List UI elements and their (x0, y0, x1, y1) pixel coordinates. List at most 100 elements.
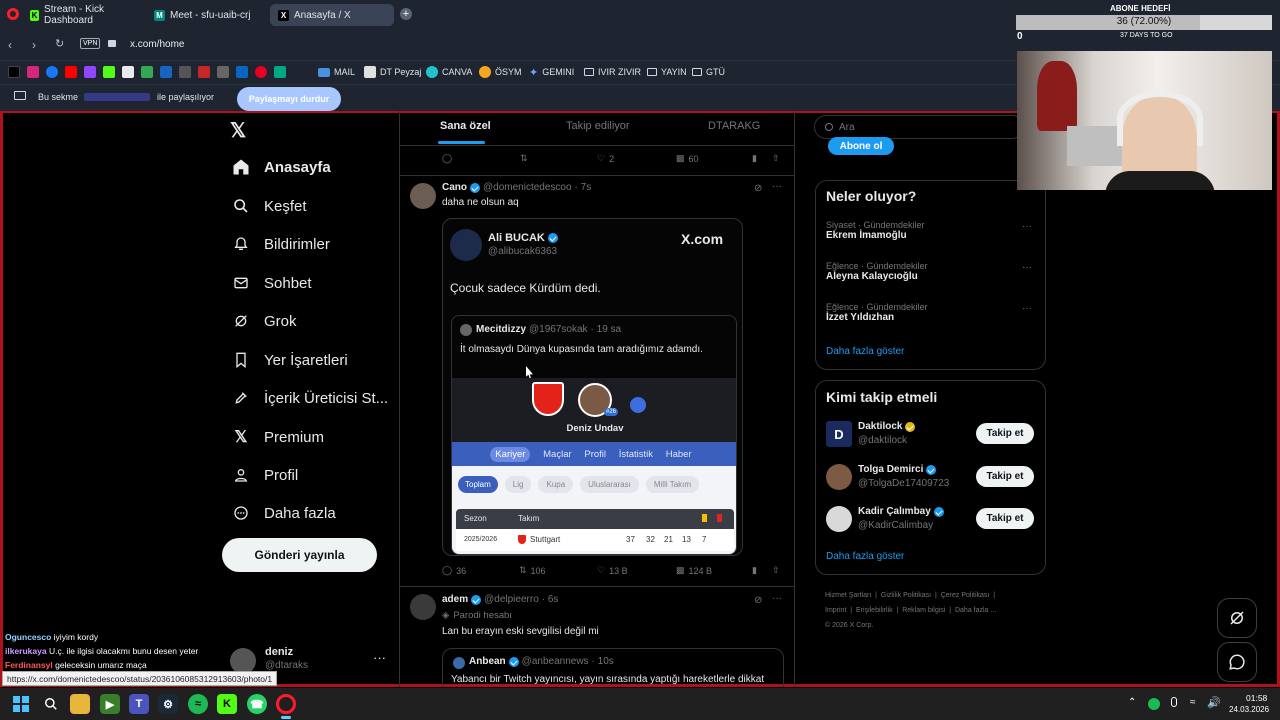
clock-time[interactable]: 01:58 (1246, 693, 1267, 703)
url-field[interactable]: x.com/home (130, 39, 184, 50)
back-icon[interactable]: ‹ (8, 38, 12, 52)
bookmark-ivir-zivir[interactable]: IVIR ZIVIR (584, 65, 641, 79)
post-avatar[interactable] (410, 594, 436, 620)
footer-link[interactable]: Hizmet Şartları (825, 592, 871, 599)
opera-logo-icon[interactable] (7, 8, 19, 20)
follow-name-row[interactable]: Kadir Çalımbay (858, 506, 944, 517)
pinterest-icon[interactable] (255, 66, 267, 78)
post-time[interactable]: · 6s (542, 594, 559, 605)
account-more-icon[interactable]: ··· (373, 650, 386, 665)
tray-mic-icon[interactable] (1171, 697, 1177, 707)
kick-bookmark-icon[interactable] (103, 66, 115, 78)
nav-item-profile[interactable]: Profil (232, 464, 298, 486)
follow-button[interactable]: Takip et (976, 508, 1034, 529)
maps-icon[interactable] (141, 66, 153, 78)
bookmark-action-icon[interactable]: ▮ (752, 565, 757, 576)
follow-name-row[interactable]: Daktilock (858, 421, 916, 432)
nav-item-notifications[interactable]: Bildirimler (232, 233, 330, 255)
opera-taskbar-icon[interactable] (276, 694, 296, 714)
share-icon[interactable]: ⇧ (772, 565, 780, 576)
repost-icon[interactable]: ⇅ (520, 153, 528, 164)
views-action[interactable]: ▩ 60 (676, 153, 699, 164)
subscribe-button[interactable]: Abone ol (828, 137, 894, 155)
game-launcher-icon[interactable]: ▶ (100, 694, 120, 714)
tray-wifi-icon[interactable]: ≈ (1190, 697, 1196, 708)
tray-chevron-icon[interactable]: ⌃ (1128, 697, 1136, 708)
tab-meet[interactable]: M Meet - sfu-uaib-crj (146, 4, 268, 26)
tab-kick[interactable]: K Stream - Kick Dashboard (22, 4, 144, 26)
windows-start-icon[interactable] (11, 694, 31, 714)
bookmark-red-icon[interactable] (198, 66, 210, 78)
follow-avatar[interactable] (826, 506, 852, 532)
tab-for-you[interactable]: Sana özel (440, 120, 491, 132)
follow-show-more-link[interactable]: Daha fazla göster (826, 551, 904, 562)
footer-link[interactable]: Gizlilik Politikası (881, 592, 931, 599)
x-bookmark-icon[interactable] (8, 66, 20, 78)
instagram-icon[interactable] (27, 66, 39, 78)
tab-following[interactable]: Takip ediliyor (566, 120, 630, 132)
grok-post-icon[interactable]: ⊘ (754, 183, 762, 194)
link-icon[interactable] (179, 66, 191, 78)
nav-item-creator-studio[interactable]: İçerik Üreticisi St... (232, 387, 388, 409)
footer-link[interactable]: Daha fazla ... (955, 607, 996, 614)
forward-icon[interactable]: › (32, 38, 36, 52)
steam-icon[interactable]: ⚙ (158, 694, 178, 714)
footer-link[interactable]: Erişilebilirlik (856, 607, 893, 614)
bookmark-gemini[interactable]: ✦ GEMINI (529, 65, 574, 79)
linkedin-icon[interactable] (236, 66, 248, 78)
stop-sharing-button[interactable]: Paylaşmayı durdur (237, 87, 341, 111)
bookmark-mail[interactable]: MAIL (318, 65, 355, 79)
nav-item-grok[interactable]: Grok (232, 310, 297, 332)
reply-icon[interactable]: ◯ (442, 153, 452, 164)
post-avatar[interactable] (410, 183, 436, 209)
post-author[interactable]: adem (442, 594, 468, 605)
like-action[interactable]: ♡ 2 (597, 153, 614, 164)
trend-item[interactable]: Siyaset · Gündemdekiler Ekrem İmamoğlu (826, 220, 925, 241)
bookmark-gray-icon[interactable] (217, 66, 229, 78)
bookmark-canva[interactable]: CANVA (426, 65, 472, 79)
taskbar-search-icon[interactable] (41, 694, 61, 714)
trends-show-more-link[interactable]: Daha fazla göster (826, 346, 904, 357)
post-handle[interactable]: @delpieerro (484, 594, 539, 605)
footer-link[interactable]: Reklam bilgisi (902, 607, 945, 614)
search-box[interactable]: Ara (814, 115, 1024, 139)
post-handle[interactable]: @domenictedescoo (483, 182, 572, 193)
trend-more-icon[interactable]: ··· (1022, 221, 1032, 232)
dollar-icon[interactable] (160, 66, 172, 78)
trend-item[interactable]: Eğlence · Gündemdekiler İzzet Yıldızhan (826, 302, 928, 323)
nav-item-premium[interactable]: 𝕏 Premium (232, 426, 324, 448)
reload-icon[interactable]: ↻ (55, 37, 64, 50)
nav-item-more[interactable]: Daha fazla (232, 502, 336, 524)
bookmark-yayin[interactable]: YAYIN (647, 65, 687, 79)
new-tab-icon[interactable]: + (400, 8, 412, 20)
trend-more-icon[interactable]: ··· (1022, 303, 1032, 314)
nav-item-chat[interactable]: Sohbet (232, 272, 312, 294)
follow-name-row[interactable]: Tolga Demirci (858, 464, 937, 475)
trend-item[interactable]: Eğlence · Gündemdekiler Aleyna Kalaycıoğ… (826, 261, 928, 282)
post-author[interactable]: Cano (442, 182, 467, 193)
views-action[interactable]: ▩ 124 B (676, 565, 712, 576)
facebook-icon[interactable] (46, 66, 58, 78)
follow-button[interactable]: Takip et (976, 466, 1034, 487)
youtube-icon[interactable] (65, 66, 77, 78)
tray-volume-icon[interactable]: 🔊 (1207, 696, 1221, 709)
vpn-badge[interactable]: VPN (80, 38, 101, 49)
tray-spotify-icon[interactable] (1148, 698, 1160, 710)
trend-more-icon[interactable]: ··· (1022, 262, 1032, 273)
grok-float-button[interactable] (1217, 598, 1257, 638)
tab-list[interactable]: DTARAKG (708, 120, 760, 132)
bookmark-osym[interactable]: ÖSYM (479, 65, 522, 79)
phone-icon[interactable] (274, 66, 286, 78)
post-time[interactable]: · 7s (575, 182, 592, 193)
whatsapp-icon[interactable]: ☎ (247, 694, 267, 714)
share-icon[interactable]: ⇧ (772, 153, 780, 164)
like-action[interactable]: ♡ 13 B (597, 565, 628, 576)
kick-taskbar-icon[interactable]: K (217, 694, 237, 714)
footer-link[interactable]: Çerez Politikası (941, 592, 990, 599)
file-explorer-icon[interactable] (70, 694, 90, 714)
gmail-icon[interactable] (122, 66, 134, 78)
grok-post-icon[interactable]: ⊘ (754, 595, 762, 606)
bookmark-gtu[interactable]: GTÜ (692, 65, 725, 79)
bookmark-dt-peyzaj[interactable]: DT Peyzaj (364, 65, 421, 79)
clock-date[interactable]: 24.03.2026 (1229, 705, 1269, 714)
